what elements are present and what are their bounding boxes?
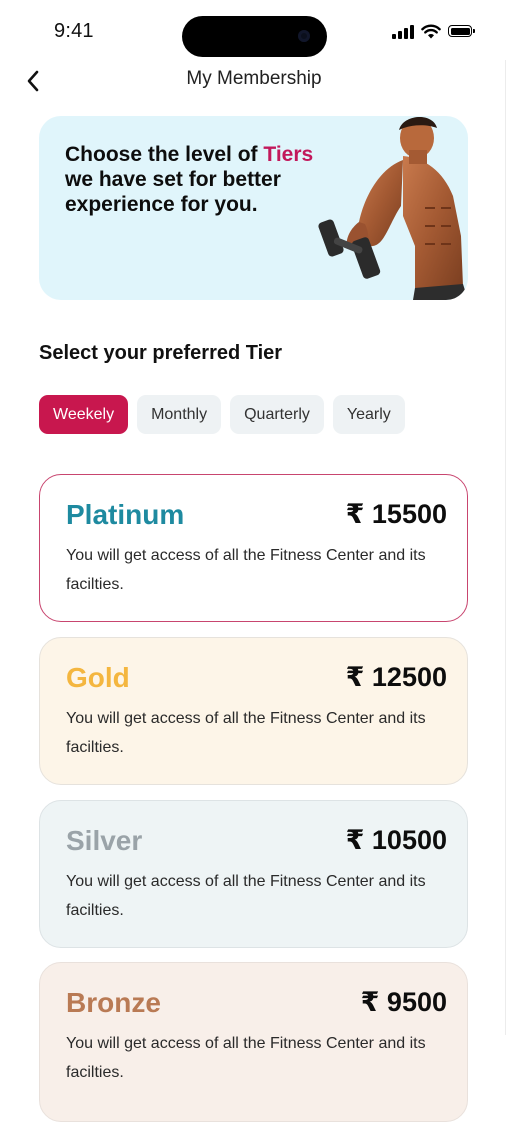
status-time: 9:41 bbox=[54, 20, 94, 42]
tab-quarterly[interactable]: Quarterly bbox=[230, 395, 324, 434]
tab-yearly[interactable]: Yearly bbox=[332, 395, 405, 434]
cellular-signal-icon bbox=[392, 24, 414, 39]
status-icons bbox=[392, 22, 475, 40]
dynamic-island bbox=[182, 16, 327, 57]
fitness-model-image bbox=[318, 116, 468, 300]
tier-card-gold[interactable]: Gold ₹ 12500 You will get access of all … bbox=[39, 637, 468, 785]
tier-description: You will get access of all the Fitness C… bbox=[66, 1035, 426, 1081]
hero-text-start: Choose the level of bbox=[65, 143, 264, 166]
tab-weekly[interactable]: Weekely bbox=[39, 395, 129, 434]
page-title: My Membership bbox=[186, 68, 322, 89]
tab-monthly[interactable]: Monthly bbox=[137, 395, 222, 434]
tier-description: You will get access of all the Fitness C… bbox=[66, 547, 426, 593]
tier-card-bronze[interactable]: Bronze ₹ 9500 You will get access of all… bbox=[39, 962, 468, 1122]
camera-icon bbox=[298, 30, 310, 42]
status-bar: 9:41 bbox=[0, 0, 508, 62]
tier-period-tabs: Weekely Monthly Quarterly Yearly bbox=[39, 395, 405, 434]
tier-name: Platinum bbox=[66, 499, 185, 530]
tier-name: Bronze bbox=[66, 987, 161, 1018]
hero-banner: Choose the level of Tiers we have set fo… bbox=[39, 116, 468, 300]
tier-description: You will get access of all the Fitness C… bbox=[66, 873, 426, 919]
hero-text-end: we have set for better experience for yo… bbox=[65, 168, 281, 216]
tier-card-platinum[interactable]: Platinum ₹ 15500 You will get access of … bbox=[39, 474, 468, 622]
tier-price: ₹ 10500 bbox=[345, 825, 447, 855]
wifi-icon bbox=[421, 24, 441, 38]
tier-price: ₹ 9500 bbox=[360, 987, 447, 1017]
tier-name: Silver bbox=[66, 825, 143, 856]
battery-icon bbox=[448, 25, 475, 37]
divider bbox=[505, 60, 506, 1035]
section-title: Select your preferred Tier bbox=[39, 342, 283, 364]
tier-name: Gold bbox=[66, 662, 130, 693]
tier-card-silver[interactable]: Silver ₹ 10500 You will get access of al… bbox=[39, 800, 468, 948]
tier-price: ₹ 15500 bbox=[345, 499, 447, 529]
tier-description: You will get access of all the Fitness C… bbox=[66, 710, 426, 756]
tier-price: ₹ 12500 bbox=[345, 662, 447, 692]
